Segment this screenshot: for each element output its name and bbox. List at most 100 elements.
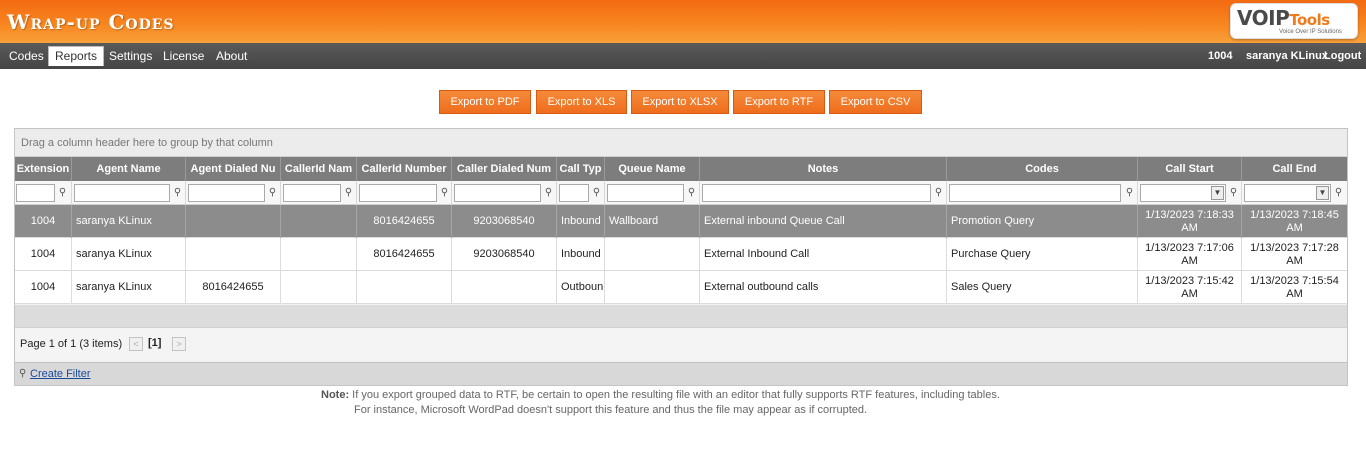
voiptools-logo: VOIPTools Voice Over IP Solutions <box>1230 3 1358 39</box>
filter-options-icon[interactable]: ⚲ <box>58 186 67 199</box>
logo-tagline: Voice Over IP Solutions <box>1279 29 1342 35</box>
column-header-caller-dialed-number[interactable]: Caller Dialed Num <box>452 157 557 181</box>
filter-input-extension[interactable] <box>16 184 55 202</box>
cell-callerid-number <box>357 271 452 304</box>
filter-input-queue-name[interactable] <box>607 184 684 202</box>
filter-options-icon[interactable]: ⚲ <box>173 186 182 199</box>
column-header-call-end[interactable]: Call End <box>1242 157 1347 181</box>
cell-call-type: Inbound <box>557 205 605 238</box>
cell-queue-name <box>605 271 700 304</box>
column-header-call-type[interactable]: Call Typ <box>557 157 605 181</box>
cell-codes: Sales Query <box>947 271 1138 304</box>
filter-options-icon[interactable]: ⚲ <box>934 186 943 199</box>
cell-agent-name: saranya KLinux <box>72 238 186 271</box>
filter-options-icon[interactable]: ⚲ <box>268 186 277 199</box>
filter-input-callerid-name[interactable] <box>283 184 341 202</box>
column-header-codes[interactable]: Codes <box>947 157 1138 181</box>
nav-item-settings[interactable]: Settings <box>103 47 158 66</box>
cell-agent-dialed-number: 8016424655 <box>186 271 281 304</box>
filter-row: ⚲ ⚲ ⚲ ⚲ ⚲ ⚲ ⚲ ⚲ ⚲ ⚲ ▼ ⚲ ▼ ⚲ <box>15 181 1347 205</box>
column-header-extension[interactable]: Extension <box>15 157 72 181</box>
chevron-down-icon[interactable]: ▼ <box>1211 186 1224 200</box>
nav-item-license[interactable]: License <box>157 47 210 66</box>
filter-input-codes[interactable] <box>949 184 1121 202</box>
user-extension: 1004 <box>1208 50 1233 62</box>
cell-call-type: Inbound <box>557 238 605 271</box>
create-filter-link[interactable]: Create Filter <box>30 368 91 380</box>
filter-input-call-type[interactable] <box>559 184 589 202</box>
cell-queue-name <box>605 238 700 271</box>
filter-bar: ⚲ Create Filter <box>15 362 1347 385</box>
cell-agent-name: saranya KLinux <box>72 205 186 238</box>
cell-callerid-name <box>281 238 357 271</box>
cell-call-end: 1/13/2023 7:18:45 AM <box>1250 208 1339 234</box>
note-line-1: If you export grouped data to RTF, be ce… <box>352 389 1000 401</box>
cell-call-start: 1/13/2023 7:15:42 AM <box>1138 271 1242 304</box>
group-panel[interactable]: Drag a column header here to group by th… <box>15 129 1347 157</box>
column-header-call-start[interactable]: Call Start <box>1138 157 1242 181</box>
export-csv-button[interactable]: Export to CSV <box>829 90 922 114</box>
table-row[interactable]: 1004 saranya KLinux 8016424655 920306854… <box>15 238 1347 271</box>
nav-item-about[interactable]: About <box>210 47 253 66</box>
cell-callerid-name <box>281 205 357 238</box>
nav-item-codes[interactable]: Codes <box>3 47 50 66</box>
filter-options-icon[interactable]: ⚲ <box>344 186 353 199</box>
grid-header-row: Extension Agent Name Agent Dialed Nu Cal… <box>15 157 1347 181</box>
chevron-down-icon[interactable]: ▼ <box>1316 186 1329 200</box>
filter-options-icon[interactable]: ⚲ <box>1125 186 1134 199</box>
cell-notes: External Inbound Call <box>700 238 947 271</box>
table-row[interactable]: 1004 saranya KLinux 8016424655 Outboun E… <box>15 271 1347 304</box>
note-label: Note: <box>321 389 350 401</box>
cell-caller-dialed-number <box>452 271 557 304</box>
export-pdf-button[interactable]: Export to PDF <box>439 90 531 114</box>
cell-codes: Promotion Query <box>947 205 1138 238</box>
filter-select-call-end[interactable]: ▼ <box>1244 184 1331 202</box>
filter-options-icon[interactable]: ⚲ <box>687 186 696 199</box>
filter-options-icon[interactable]: ⚲ <box>1229 186 1238 199</box>
column-header-callerid-number[interactable]: CallerId Number <box>357 157 452 181</box>
column-header-notes[interactable]: Notes <box>700 157 947 181</box>
filter-options-icon[interactable]: ⚲ <box>544 186 553 199</box>
pager-current-page[interactable]: [1] <box>148 337 161 349</box>
data-grid: Drag a column header here to group by th… <box>14 128 1348 386</box>
cell-agent-name: saranya KLinux <box>72 271 186 304</box>
filter-input-callerid-number[interactable] <box>359 184 437 202</box>
filter-select-call-start[interactable]: ▼ <box>1140 184 1226 202</box>
cell-queue-name: Wallboard <box>605 205 700 238</box>
column-header-queue-name[interactable]: Queue Name <box>605 157 700 181</box>
filter-options-icon[interactable]: ⚲ <box>1334 186 1343 199</box>
column-header-agent-dialed-number[interactable]: Agent Dialed Nu <box>186 157 281 181</box>
filter-options-icon[interactable]: ⚲ <box>440 186 449 199</box>
cell-extension: 1004 <box>15 271 72 304</box>
cell-callerid-number: 8016424655 <box>357 205 452 238</box>
cell-caller-dialed-number: 9203068540 <box>452 205 557 238</box>
cell-extension: 1004 <box>15 238 72 271</box>
cell-call-end: 1/13/2023 7:17:28 AM <box>1250 241 1339 267</box>
export-rtf-button[interactable]: Export to RTF <box>733 90 825 114</box>
app-title: Wrap-up Codes <box>7 10 175 34</box>
cell-agent-dialed-number <box>186 238 281 271</box>
user-name: saranya KLinux <box>1246 50 1328 62</box>
column-header-callerid-name[interactable]: CallerId Nam <box>281 157 357 181</box>
pager-prev-button[interactable]: < <box>129 337 143 351</box>
filter-options-icon[interactable]: ⚲ <box>592 186 601 199</box>
table-row[interactable]: 1004 saranya KLinux 8016424655 920306854… <box>15 205 1347 238</box>
filter-input-caller-dialed-number[interactable] <box>454 184 541 202</box>
filter-input-agent-name[interactable] <box>74 184 170 202</box>
cell-agent-dialed-number <box>186 205 281 238</box>
pager-next-button[interactable]: > <box>172 337 186 351</box>
cell-call-type: Outboun <box>557 271 605 304</box>
cell-callerid-name <box>281 271 357 304</box>
cell-call-start: 1/13/2023 7:18:33 AM <box>1138 205 1242 238</box>
export-xls-button[interactable]: Export to XLS <box>536 90 627 114</box>
logo-text: VOIPTools <box>1237 6 1330 30</box>
nav-item-reports[interactable]: Reports <box>48 46 105 66</box>
filter-input-notes[interactable] <box>702 184 931 202</box>
logout-link[interactable]: Logout <box>1324 47 1361 66</box>
cell-notes: External inbound Queue Call <box>700 205 947 238</box>
column-header-agent-name[interactable]: Agent Name <box>72 157 186 181</box>
cell-call-end: 1/13/2023 7:15:54 AM <box>1250 274 1339 300</box>
cell-callerid-number: 8016424655 <box>357 238 452 271</box>
export-xlsx-button[interactable]: Export to XLSX <box>631 90 729 114</box>
filter-input-agent-dialed-number[interactable] <box>188 184 265 202</box>
